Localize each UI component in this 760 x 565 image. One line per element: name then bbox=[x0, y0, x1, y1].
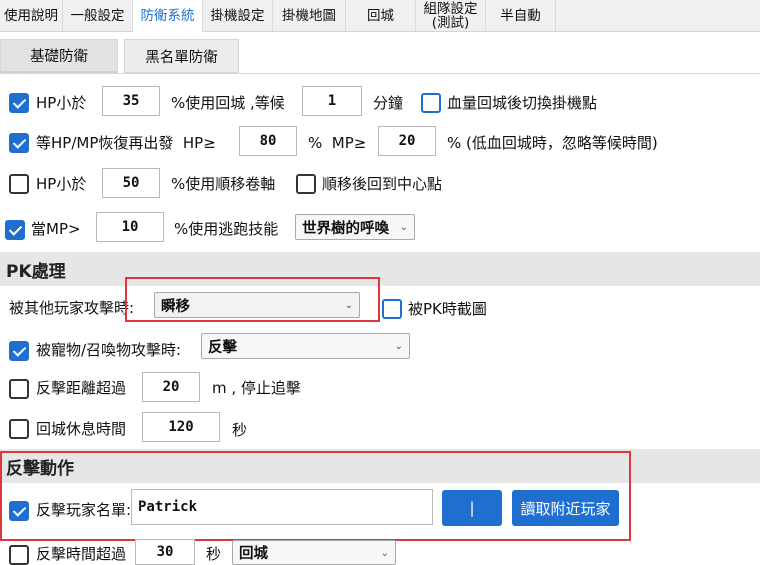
subtab-blacklist-defense[interactable]: 黑名單防衛 bbox=[124, 39, 239, 73]
tab-idle-settings[interactable]: 掛機設定 bbox=[203, 0, 273, 31]
separator-button-label: | bbox=[469, 499, 475, 517]
mp-escape-percent-input[interactable]: 10 bbox=[96, 212, 164, 242]
highlight-box-attacked bbox=[125, 277, 380, 322]
pk-screenshot-checkbox[interactable] bbox=[382, 299, 402, 319]
counter-distance-suffix-label: m , 停止追擊 bbox=[212, 379, 301, 397]
recover-mp-label: % MP≥ bbox=[308, 134, 367, 152]
counter-time-action-value: 回城 bbox=[239, 546, 268, 562]
pk-section-title: PK處理 bbox=[6, 261, 66, 282]
switch-idle-point-checkbox[interactable] bbox=[421, 93, 441, 113]
rest-time-input[interactable]: 120 bbox=[142, 412, 220, 442]
tab-return-town[interactable]: 回城 bbox=[346, 0, 416, 31]
recover-hpmp-checkbox[interactable] bbox=[9, 133, 29, 153]
counter-distance-checkbox[interactable] bbox=[9, 379, 29, 399]
counter-distance-label: 反擊距離超過 bbox=[36, 379, 127, 397]
pk-screenshot-label: 被PK時截圖 bbox=[408, 300, 487, 318]
main-tab-bar: 使用說明 一般設定 防衛系統 掛機設定 掛機地圖 回城 組隊設定 (測試) 半自… bbox=[0, 0, 760, 32]
hp-low-label: HP小於 bbox=[36, 94, 87, 112]
counter-time-input[interactable]: 30 bbox=[135, 539, 195, 565]
pet-attack-action-select[interactable]: 反擊 ⌄ bbox=[201, 333, 410, 359]
hp-scroll-label: HP小於 bbox=[36, 175, 87, 193]
pk-section-header: PK處理 bbox=[0, 252, 760, 286]
tab-party-settings[interactable]: 組隊設定 (測試) bbox=[416, 0, 486, 31]
counter-distance-input[interactable]: 20 bbox=[142, 372, 200, 402]
tab-usage-guide[interactable]: 使用說明 bbox=[0, 0, 63, 31]
pet-attack-label: 被寵物/召喚物攻擊時: bbox=[36, 341, 182, 359]
tab-general-settings[interactable]: 一般設定 bbox=[63, 0, 133, 31]
mp-escape-label: 當MP> bbox=[31, 220, 81, 238]
pet-attack-checkbox[interactable] bbox=[9, 341, 29, 361]
recover-suffix-label: % (低血回城時，忽略等候時間) bbox=[447, 134, 658, 152]
escape-skill-select[interactable]: 世界樹的呼喚 ⌄ bbox=[295, 214, 415, 240]
hp-low-suffix-label: %使用回城 ,等候 bbox=[171, 94, 285, 112]
rest-time-label: 回城休息時間 bbox=[36, 420, 127, 438]
counter-time-unit-label: 秒 bbox=[206, 545, 222, 563]
switch-idle-point-label: 血量回城後切換掛機點 bbox=[447, 94, 598, 112]
read-nearby-players-label: 讀取附近玩家 bbox=[520, 499, 611, 518]
recover-hp-input[interactable]: 80 bbox=[239, 126, 297, 156]
read-nearby-players-button[interactable]: 讀取附近玩家 bbox=[512, 490, 619, 526]
chevron-down-icon: ⌄ bbox=[380, 548, 389, 559]
hp-scroll-suffix-label: %使用順移卷軸 bbox=[171, 175, 276, 193]
recover-hp-label: 等HP/MP恢復再出發 HP≥ bbox=[36, 134, 216, 152]
hp-low-return-checkbox[interactable] bbox=[9, 93, 29, 113]
subtab-basic-defense[interactable]: 基礎防衛 bbox=[0, 39, 118, 73]
counter-player-name-value: Patrick bbox=[138, 499, 198, 515]
mp-escape-checkbox[interactable] bbox=[5, 220, 25, 240]
tab-semi-auto[interactable]: 半自動 bbox=[486, 0, 556, 31]
subtab-divider bbox=[0, 73, 760, 74]
counter-time-label: 反擊時間超過 bbox=[36, 545, 127, 563]
attacked-by-player-label: 被其他玩家攻擊時: bbox=[9, 299, 135, 317]
recover-mp-input[interactable]: 20 bbox=[378, 126, 436, 156]
counter-time-checkbox[interactable] bbox=[9, 545, 29, 565]
chevron-down-icon: ⌄ bbox=[394, 341, 403, 352]
rest-time-checkbox[interactable] bbox=[9, 419, 29, 439]
tab-idle-map[interactable]: 掛機地圖 bbox=[273, 0, 346, 31]
hp-scroll-checkbox[interactable] bbox=[9, 174, 29, 194]
separator-button[interactable]: | bbox=[442, 490, 502, 526]
hp-scroll-percent-input[interactable]: 50 bbox=[102, 168, 160, 198]
wait-unit-label: 分鐘 bbox=[373, 94, 404, 112]
mp-escape-suffix-label: %使用逃跑技能 bbox=[174, 220, 279, 238]
escape-skill-value: 世界樹的呼喚 bbox=[302, 220, 389, 237]
return-center-checkbox[interactable] bbox=[296, 174, 316, 194]
counter-player-list-label: 反擊玩家名單: bbox=[36, 501, 132, 519]
hp-low-percent-input[interactable]: 35 bbox=[102, 86, 160, 116]
counter-player-name-input[interactable]: Patrick bbox=[131, 489, 433, 525]
counter-time-action-select[interactable]: 回城 ⌄ bbox=[232, 540, 396, 565]
counter-player-list-checkbox[interactable] bbox=[9, 501, 29, 521]
pet-attack-action-value: 反擊 bbox=[208, 339, 237, 356]
wait-minutes-input[interactable]: 1 bbox=[302, 86, 362, 116]
rest-time-unit-label: 秒 bbox=[232, 421, 248, 439]
tab-defense-system[interactable]: 防衛系統 bbox=[133, 0, 203, 32]
chevron-down-icon: ⌄ bbox=[399, 222, 408, 233]
return-center-label: 順移後回到中心點 bbox=[322, 175, 443, 193]
